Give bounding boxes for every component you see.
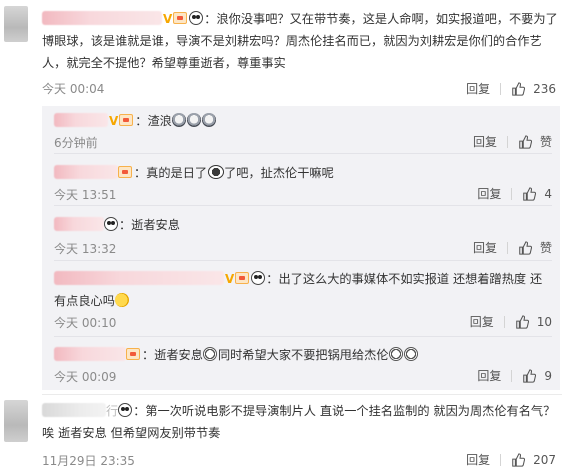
comment-time: 今天 00:04 [42,82,105,96]
reply-item: ：真的是日了 了吧，扯杰伦干嘛呢 今天 13:51 回复 4 [42,158,560,206]
thumb-up-icon[interactable] [522,186,537,201]
reply-text-part: ：逝者安息 [142,348,203,362]
like-count: 207 [533,452,556,467]
divider [42,394,562,395]
reply-item: V ：渣浪 6分钟前 回复 赞 [42,106,560,154]
verified-icon: V [163,12,173,26]
comment-item: 行：第一次听说电影不提导演制片人 直说一个挂名监制的 就因为周杰伦有名气？ 唉 … [0,396,568,474]
username[interactable] [42,11,162,25]
reply-button[interactable]: 回复 [473,133,497,150]
separator [506,241,508,254]
panda-icon [189,11,204,25]
emoji-icon [187,113,202,127]
divider [54,336,552,337]
level-badge-icon [173,12,188,24]
reply-time: 今天 00:09 [54,370,117,384]
separator [511,187,513,200]
like-count: 10 [536,314,552,329]
like-count: 9 [544,368,552,383]
emoji-icon [203,347,218,361]
reply-text: ：逝者安息 [119,218,180,232]
reply-body: V ：渣浪 [54,110,554,132]
verified-icon: V [109,114,119,128]
username-tail[interactable]: 行 [106,404,118,418]
reply-button[interactable]: 回复 [466,80,490,97]
verified-icon: V [225,272,235,286]
panda-icon [104,217,118,231]
username[interactable] [54,217,104,231]
emoji-icon [115,293,130,307]
emoji-icon [207,165,224,179]
reply-item: ：逝者安息 同时希望大家不要把锅甩给杰伦 今天 00:09 回复 9 [42,338,560,390]
like-label[interactable]: 赞 [540,133,552,150]
reply-actions: 回复 赞 [473,133,552,150]
reply-list: V ：渣浪 6分钟前 回复 赞 ：真的是日了 了吧，扯杰伦干嘛呢 今天 13:51 … [42,106,560,390]
comment-actions: 回复 207 [466,451,556,468]
reply-text: ：渣浪 [135,114,172,128]
panda-icon [118,403,133,417]
reply-button[interactable]: 回复 [477,367,501,384]
reply-item: ：逝者安息 今天 13:32 回复 赞 [42,210,560,261]
reply-text-part: 同时希望大家不要把锅甩给杰伦 [217,348,389,362]
reply-body: V ：出了这么大的事媒体不如实报道 还想着蹭热度 还有点良心吗 [54,268,554,312]
divider [54,205,552,206]
reply-body: ：逝者安息 [54,214,554,236]
level-badge-icon [118,166,132,178]
reply-item: V ：出了这么大的事媒体不如实报道 还想着蹭热度 还有点良心吗 今天 00:10 … [42,262,560,337]
username[interactable] [54,347,126,361]
username[interactable] [54,113,108,127]
avatar[interactable] [4,6,28,42]
thumb-up-icon[interactable] [518,240,532,255]
divider [54,153,552,154]
thumb-up-icon[interactable] [511,81,526,96]
reply-actions: 回复 9 [477,367,552,384]
reply-time: 今天 13:32 [54,242,117,256]
reply-button[interactable]: 回复 [473,239,497,256]
separator [511,369,513,382]
emoji-icon [172,113,187,127]
reply-button[interactable]: 回复 [477,185,501,202]
reply-body: ：逝者安息 同时希望大家不要把锅甩给杰伦 [54,344,554,366]
thumb-up-icon[interactable] [511,452,526,467]
comment-actions: 回复 236 [466,80,556,97]
level-badge-icon [119,114,134,126]
reply-time: 6分钟前 [54,136,98,150]
separator [500,82,502,95]
reply-button[interactable]: 回复 [466,451,490,468]
like-label[interactable]: 赞 [540,239,552,256]
thumb-up-icon[interactable] [515,314,529,329]
panda-icon [251,271,266,285]
reply-time: 今天 00:10 [54,316,117,330]
reply-text-part: ：真的是日了 [134,166,208,180]
username[interactable] [54,165,118,179]
like-count: 4 [544,186,552,201]
thumb-up-icon[interactable] [522,368,537,383]
reply-actions: 回复 4 [477,185,552,202]
comment-body: V ：浪你没事吧？又在带节奏，这是人命啊，如实报道吧，不要为了博眼球，该是谁就是谁… [42,8,564,74]
level-badge-icon [235,272,250,284]
reply-actions: 回复 赞 [473,239,552,256]
emoji-icon [202,113,217,127]
username[interactable] [42,403,106,417]
reply-body: ：真的是日了 了吧，扯杰伦干嘛呢 [54,162,554,184]
reply-button[interactable]: 回复 [470,313,494,330]
separator [500,453,502,466]
reply-time: 今天 13:51 [54,188,117,202]
divider [54,260,552,261]
thumb-up-icon[interactable] [518,134,532,149]
emoji-icon [389,347,404,361]
comment-body: 行：第一次听说电影不提导演制片人 直说一个挂名监制的 就因为周杰伦有名气？ 唉 … [42,400,564,444]
reply-actions: 回复 10 [470,313,552,330]
separator [503,315,505,328]
separator [506,135,508,148]
avatar[interactable] [4,400,28,442]
comment-item: V ：浪你没事吧？又在带节奏，这是人命啊，如实报道吧，不要为了博眼球，该是谁就是谁… [0,0,568,100]
level-badge-icon [126,348,140,360]
username[interactable] [54,271,224,285]
like-count: 236 [533,81,556,96]
comment-time: 11月29日 23:35 [42,454,135,468]
emoji-icon [404,347,419,361]
reply-text-part: 了吧，扯杰伦干嘛呢 [224,166,334,180]
